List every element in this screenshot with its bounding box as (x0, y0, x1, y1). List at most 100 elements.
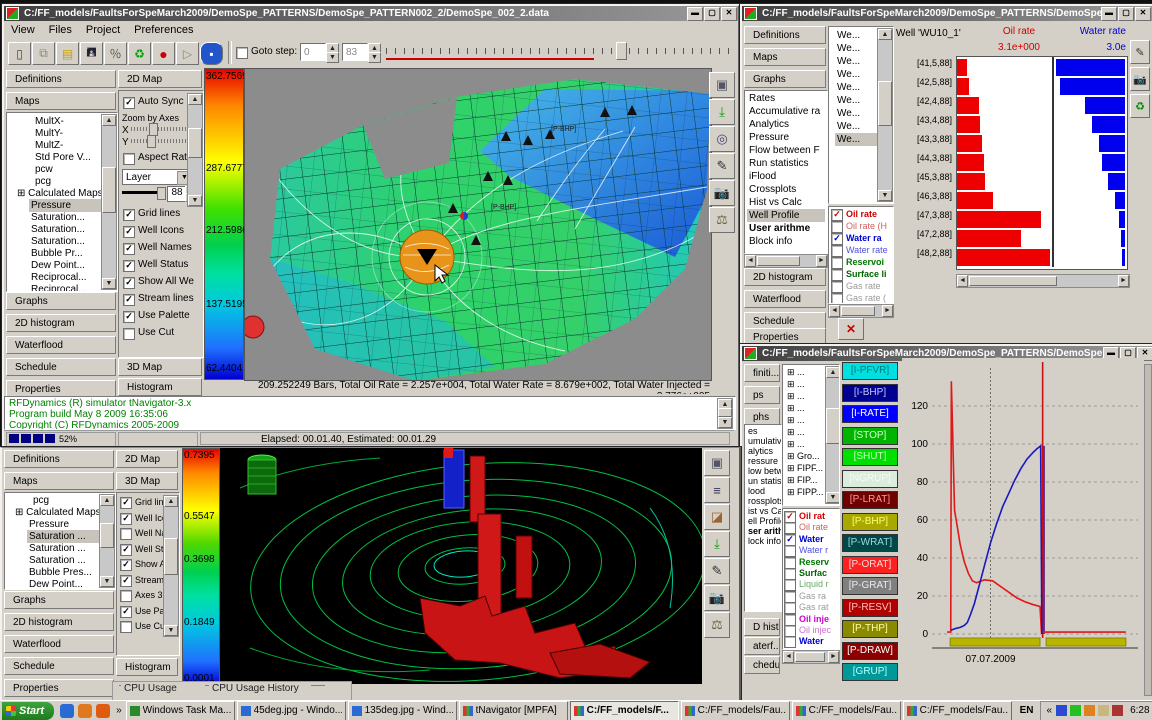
v3d-sidebar-graphs[interactable]: Graphs (4, 591, 114, 609)
v3d-2dmap-header[interactable]: 2D Map (116, 450, 178, 468)
v3d-tree-scrollbar[interactable]: ▲▼ (99, 494, 115, 588)
draw-icon[interactable]: ✎ (704, 558, 730, 584)
keyword-button-p-draw[interactable]: [P-DRAW] (842, 642, 898, 660)
record-icon[interactable]: ● (152, 42, 175, 65)
v3d-tree-item[interactable]: Dew Point... (27, 578, 99, 590)
taskbar-task-c-ff-models-fau-[interactable]: C:/FF_models/Fau... (792, 701, 901, 720)
v3d-option-grid-lines-checkbox[interactable]: ✓ (120, 497, 132, 509)
taskbar-task-c-ff-models-fau-[interactable]: C:/FF_models/Fau... (903, 701, 1012, 720)
wells-tree-scrollbar[interactable]: ▲▼ (877, 28, 893, 202)
profile-sidebar-waterflood[interactable]: Waterflood (744, 290, 826, 308)
v3d-option-well-nam-checkbox[interactable] (120, 528, 132, 540)
keyword-button-p-bhp[interactable]: [P-BHP] (842, 513, 898, 531)
taskbar-task-c-ff-models-fau-[interactable]: C:/FF_models/Fau... (681, 701, 790, 720)
graph-list-item[interactable]: low betwe (746, 466, 782, 476)
profile-plot-hscroll-left[interactable]: ◄ (957, 275, 968, 287)
copy-icon[interactable]: ⧉ (32, 42, 55, 65)
graphs-list-item[interactable]: Run statistics (747, 157, 825, 170)
v3d-sidebar-properties[interactable]: Properties (4, 679, 114, 697)
map-option-stream-lines-checkbox[interactable]: ✓ (123, 294, 135, 306)
tree-item[interactable]: Reciprocal... (29, 283, 101, 292)
profile-window-close-button[interactable]: ✕ (1135, 7, 1151, 21)
wells-tree-item[interactable]: We... (835, 68, 879, 81)
gparam-6-checkbox[interactable] (784, 579, 796, 591)
param-2-checkbox[interactable]: ✓ (831, 233, 843, 245)
v3d-panel-scrollbar-down[interactable]: ▼ (164, 625, 178, 636)
graph-list-item[interactable]: alytics (746, 446, 782, 456)
params-hscroll[interactable]: ◄► (828, 304, 894, 318)
y-zoom-slider[interactable] (131, 139, 189, 143)
graph-list-item[interactable]: ressure (746, 456, 782, 466)
goto-step-checkbox[interactable] (236, 47, 248, 59)
graphs-list-item[interactable]: iFlood (747, 170, 825, 183)
play-icon[interactable]: ▷ (176, 42, 199, 65)
panel-3d-map-header[interactable]: 3D Map (118, 358, 202, 376)
profile-sidebar-graphs[interactable]: Graphs (744, 70, 826, 88)
param-1-checkbox[interactable] (831, 221, 843, 233)
graphs-list-item[interactable]: Rates (747, 92, 825, 105)
v3d-tree-scrollbar-down[interactable]: ▼ (100, 576, 114, 587)
draw-icon[interactable]: ✎ (709, 153, 735, 179)
taskbar-task-135deg-jpg-wind-[interactable]: 135deg.jpg - Wind... (348, 701, 457, 720)
map-2d-view[interactable]: [P-BHP] [P-BHP] (244, 68, 712, 381)
fip-tree-scrollbar-up[interactable]: ▲ (826, 367, 840, 378)
gparam-10-checkbox[interactable] (784, 625, 796, 637)
graphs-list-item[interactable]: Pressure (747, 131, 825, 144)
maps-tree-scrollbar-down[interactable]: ▼ (102, 278, 116, 289)
aspect-ratio-checkbox[interactable] (123, 153, 135, 165)
param-6-checkbox[interactable] (831, 281, 843, 293)
graphs-list-hscroll[interactable]: ◄► (744, 254, 828, 268)
profile-plot-hscroll[interactable]: ◄► (956, 274, 1130, 288)
taskbar-task-c-ff-models-f-[interactable]: C:/FF_models/F... (570, 701, 679, 720)
step-value-down[interactable]: ▼ (326, 52, 339, 63)
camera-icon[interactable]: 📷 (1130, 67, 1150, 91)
fip-tree-item[interactable]: ⊞ FIPP... (785, 486, 827, 499)
v3d-panel-scrollbar-up[interactable]: ▲ (164, 496, 178, 507)
graph-sidebar-b2[interactable]: chedule (744, 656, 780, 674)
taskbar-task-windows-task-ma-[interactable]: Windows Task Ma... (126, 701, 235, 720)
maps-tree-scrollbar-up[interactable]: ▲ (102, 115, 116, 126)
gparam-7-checkbox[interactable] (784, 591, 796, 603)
new-file-icon[interactable]: ▯ (8, 42, 31, 65)
v3d-tree-scrollbar-up[interactable]: ▲ (100, 495, 114, 506)
gparam-1-checkbox[interactable] (784, 522, 796, 534)
keyword-button-i-rate[interactable]: [I-RATE] (842, 405, 898, 423)
keyword-button-p-lrat[interactable]: [P-LRAT] (842, 491, 898, 509)
wells-tree-scrollbar-up[interactable]: ▲ (878, 29, 892, 40)
main-window-minimize-button[interactable]: ▬ (687, 7, 703, 21)
layers-icon[interactable]: ≡ (704, 477, 730, 503)
v3d-option-well-stat-checkbox[interactable]: ✓ (120, 544, 132, 556)
graphs-list-item[interactable]: User arithme (747, 222, 825, 235)
start-button[interactable]: Start (2, 702, 54, 720)
sidebar-item-maps[interactable]: Maps (6, 92, 116, 110)
graph-sidebar-b1[interactable]: aterf... (744, 637, 780, 655)
notes-icon[interactable]: ▤ (56, 42, 79, 65)
graph-sidebar-0[interactable]: finiti... (744, 364, 780, 382)
tray-app4-icon[interactable] (1098, 705, 1109, 716)
param-7-checkbox[interactable] (831, 293, 843, 304)
graphs-list-hscroll-left[interactable]: ◄ (745, 255, 756, 267)
v3d-sidebar-waterflood[interactable]: Waterflood (4, 635, 114, 653)
probe-icon[interactable]: ⚖ (709, 207, 735, 233)
map-option-show-all-we-checkbox[interactable]: ✓ (123, 277, 135, 289)
menu-item-preferences[interactable]: Preferences (127, 24, 200, 36)
menu-item-project[interactable]: Project (79, 24, 127, 36)
map-option-use-palette-checkbox[interactable]: ✓ (123, 311, 135, 323)
log-scrollbar[interactable]: ▲▼ (717, 398, 733, 429)
wells-tree-item[interactable]: We... (835, 81, 879, 94)
fip-tree-scrollbar-down[interactable]: ▼ (826, 492, 840, 503)
step-max-down[interactable]: ▼ (368, 52, 381, 63)
profile-sidebar-maps[interactable]: Maps (744, 48, 826, 66)
keyword-button-p-wrat[interactable]: [P-WRAT] (842, 534, 898, 552)
menu-item-files[interactable]: Files (42, 24, 79, 36)
map-option-well-icons-checkbox[interactable]: ✓ (123, 226, 135, 238)
param-5-checkbox[interactable] (831, 269, 843, 281)
taskbar-task-tnavigator-mpfa-[interactable]: tNavigator [MPFA] (459, 701, 568, 720)
reload-icon[interactable]: ♻ (128, 42, 151, 65)
profile-window-maximize-button[interactable]: ▢ (1118, 7, 1134, 21)
profile-sidebar-2d-histogram[interactable]: 2D histogram (744, 268, 826, 286)
cube-3d-icon[interactable]: ▣ (704, 450, 730, 476)
keyword-button-shut[interactable]: [SHUT] (842, 448, 898, 466)
map-panel-scrollbar[interactable]: ▲▼ (187, 93, 203, 207)
layer-select[interactable]: Layer▼ (122, 169, 194, 185)
